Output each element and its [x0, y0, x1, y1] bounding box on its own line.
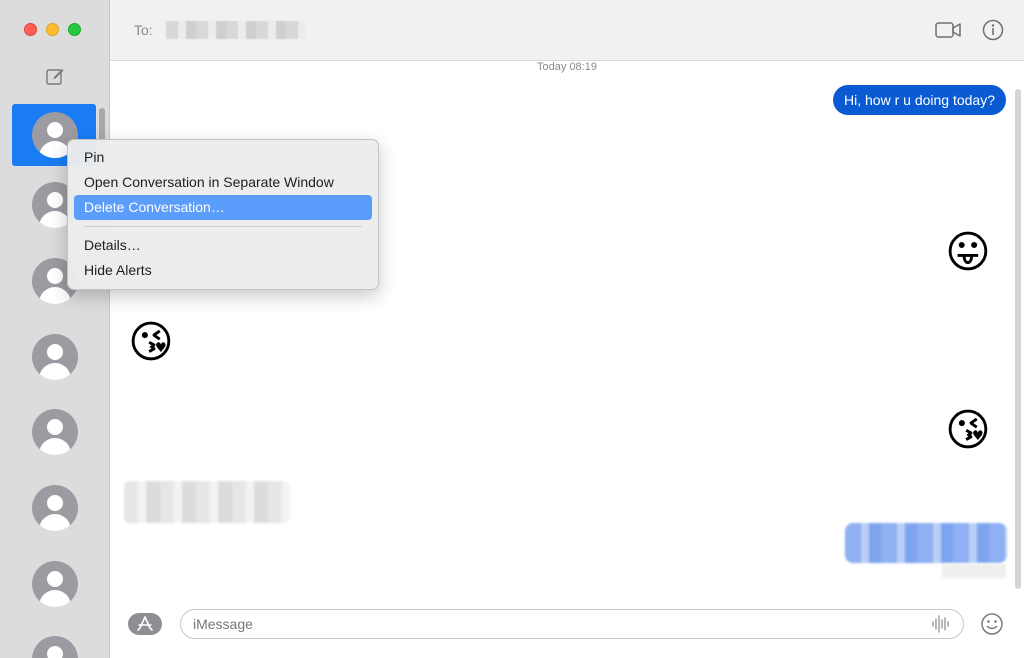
avatar	[32, 485, 78, 531]
avatar	[32, 409, 78, 455]
menu-item-open-separate-window[interactable]: Open Conversation in Separate Window	[74, 170, 372, 195]
avatar	[32, 561, 78, 607]
outgoing-message[interactable]: Hi, how r u doing today?	[833, 85, 1006, 115]
menu-item-label: Delete Conversation…	[84, 199, 225, 215]
recipient-field[interactable]	[166, 21, 306, 39]
avatar	[32, 334, 78, 380]
conversation-sidebar	[0, 0, 110, 658]
incoming-message-redacted[interactable]	[124, 481, 290, 523]
message-input[interactable]	[180, 609, 964, 639]
menu-item-delete-conversation[interactable]: Delete Conversation…	[74, 195, 372, 220]
conversation-item[interactable]	[12, 477, 96, 539]
menu-item-pin[interactable]: Pin	[74, 145, 372, 170]
context-menu: Pin Open Conversation in Separate Window…	[67, 139, 379, 290]
emoji-picker-icon[interactable]	[980, 612, 1004, 636]
composer-bar	[110, 599, 1024, 658]
audio-waveform-icon[interactable]	[930, 614, 950, 634]
menu-item-label: Pin	[84, 149, 105, 165]
to-label: To:	[134, 22, 153, 38]
transcript-scrollbar[interactable]	[1015, 89, 1021, 589]
timestamp: Today 08:19	[537, 61, 597, 73]
outgoing-emoji-message[interactable]: 😛	[945, 227, 991, 279]
outgoing-emoji-message[interactable]: 😘	[945, 405, 991, 457]
menu-item-label: Details…	[84, 237, 141, 253]
delivery-status	[942, 564, 1006, 578]
conversation-item[interactable]	[12, 553, 96, 615]
menu-item-label: Hide Alerts	[84, 262, 152, 278]
avatar	[32, 636, 78, 658]
close-window-button[interactable]	[24, 23, 37, 36]
menu-item-details[interactable]: Details…	[74, 233, 372, 258]
conversation-item[interactable]	[12, 628, 96, 658]
menu-item-label: Open Conversation in Separate Window	[84, 174, 334, 190]
menu-separator	[84, 226, 362, 227]
conversation-item[interactable]	[12, 326, 96, 388]
conversation-item[interactable]	[12, 401, 96, 463]
incoming-emoji-message[interactable]: 😘	[128, 317, 174, 369]
minimize-window-button[interactable]	[46, 23, 59, 36]
outgoing-message-redacted[interactable]	[845, 523, 1007, 563]
conversation-header: To:	[110, 0, 1024, 61]
app-store-icon[interactable]	[128, 613, 162, 635]
compose-icon[interactable]	[45, 66, 65, 86]
zoom-window-button[interactable]	[68, 23, 81, 36]
video-camera-icon[interactable]	[935, 21, 961, 39]
info-icon[interactable]	[982, 19, 1004, 41]
menu-item-hide-alerts[interactable]: Hide Alerts	[74, 258, 372, 283]
